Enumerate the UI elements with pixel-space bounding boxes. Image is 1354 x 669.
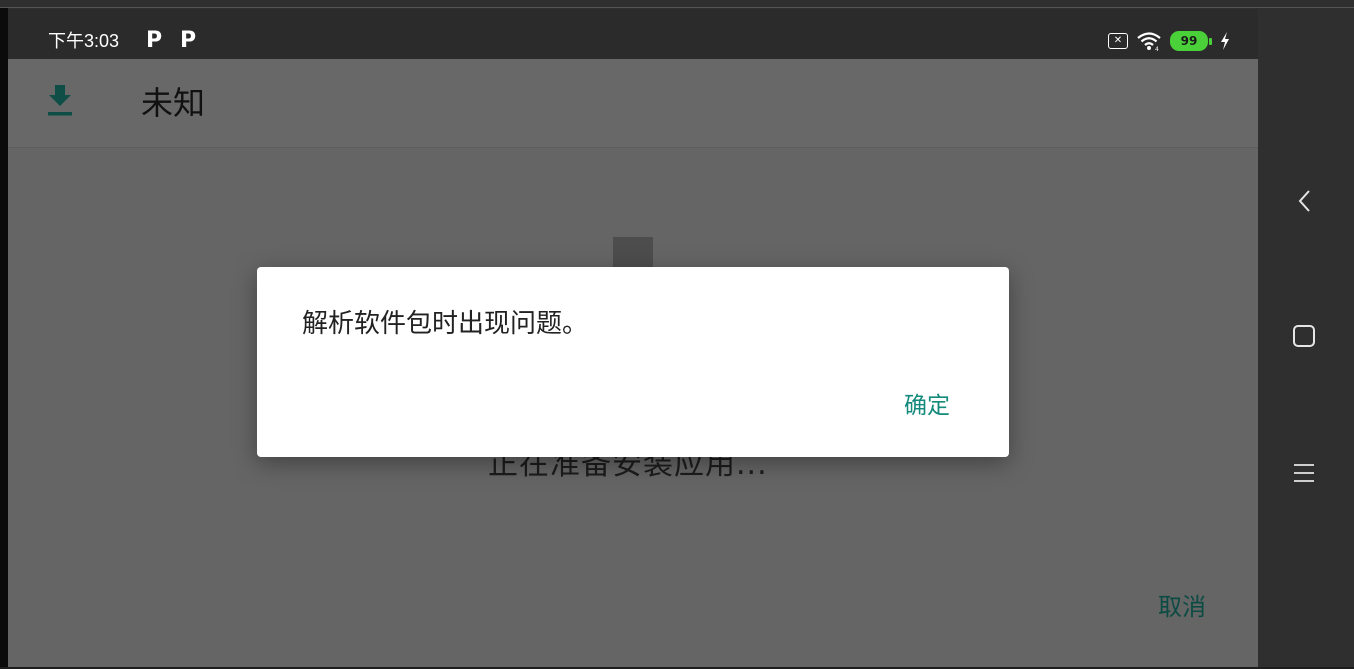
ok-button[interactable]: 确定 <box>904 391 950 421</box>
app-title: 未知 <box>141 84 206 122</box>
error-dialog: 解析软件包时出现问题。 确定 <box>257 267 1009 457</box>
cancel-button[interactable]: 取消 <box>1158 591 1206 623</box>
parking-notification-icon: P <box>180 28 197 53</box>
charging-icon <box>1221 32 1229 50</box>
window-left-border <box>0 8 8 669</box>
wifi-icon: 4 <box>1137 32 1161 51</box>
status-bar: 下午3:03 P P ✕ 4 99 <box>8 9 1258 59</box>
navigation-bar <box>1258 9 1354 667</box>
battery-icon: 99 <box>1170 31 1212 51</box>
menu-icon <box>1294 464 1314 482</box>
dialog-message: 解析软件包时出现问题。 <box>302 309 589 339</box>
back-button[interactable] <box>1288 185 1320 217</box>
app-bar: 未知 <box>8 59 1258 148</box>
battery-tip <box>1209 37 1212 45</box>
battery-level: 99 <box>1170 31 1208 51</box>
home-icon <box>1293 325 1315 347</box>
no-sim-icon: ✕ <box>1108 33 1128 49</box>
back-icon <box>1298 190 1310 212</box>
menu-button[interactable] <box>1288 457 1320 489</box>
home-button[interactable] <box>1288 320 1320 352</box>
download-icon <box>48 85 72 116</box>
parking-notification-icon: P <box>146 28 163 53</box>
window-top-border <box>0 0 1354 8</box>
status-time: 下午3:03 <box>48 31 120 51</box>
android-screen: 下午3:03 P P ✕ 4 99 未知 正在准备安装应用... 取消 解析软件… <box>8 9 1258 667</box>
svg-text:4: 4 <box>1155 46 1159 51</box>
device-frame: 下午3:03 P P ✕ 4 99 未知 正在准备安装应用... 取消 解析软件… <box>0 0 1354 669</box>
status-icons: ✕ 4 99 <box>1108 29 1230 53</box>
app-icon-placeholder <box>613 237 653 271</box>
